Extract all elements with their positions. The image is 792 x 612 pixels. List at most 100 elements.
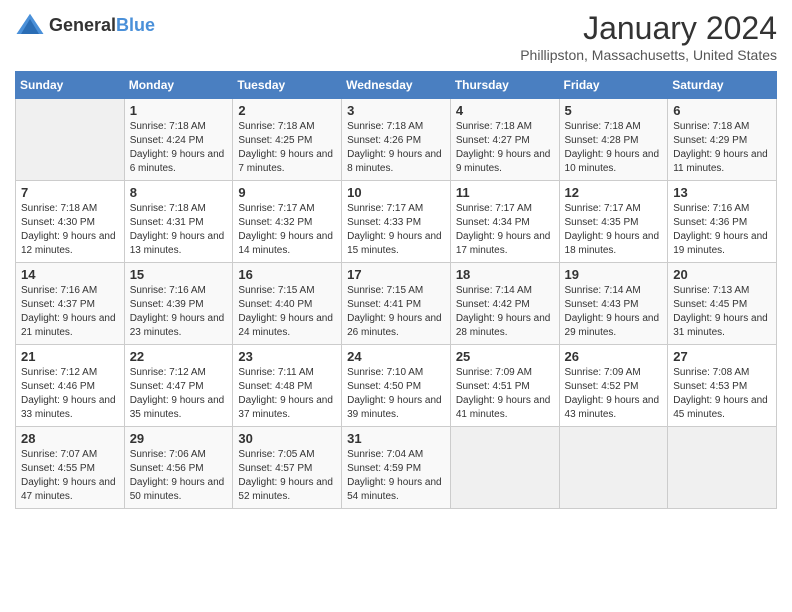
day-info: Sunrise: 7:15 AM Sunset: 4:40 PM Dayligh… [238, 284, 336, 340]
daylight: Daylight: 9 hours and 33 minutes. [21, 394, 119, 422]
sunset: Sunset: 4:48 PM [238, 380, 336, 394]
sunrise: Sunrise: 7:17 AM [565, 202, 663, 216]
day-info: Sunrise: 7:18 AM Sunset: 4:28 PM Dayligh… [565, 120, 663, 176]
sunset: Sunset: 4:28 PM [565, 134, 663, 148]
daylight: Daylight: 9 hours and 7 minutes. [238, 148, 336, 176]
day-info: Sunrise: 7:11 AM Sunset: 4:48 PM Dayligh… [238, 366, 336, 422]
sunset: Sunset: 4:39 PM [130, 298, 228, 312]
logo-text-general: General [49, 15, 116, 35]
sunset: Sunset: 4:41 PM [347, 298, 445, 312]
calendar-table: Sunday Monday Tuesday Wednesday Thursday… [15, 71, 777, 509]
sunset: Sunset: 4:59 PM [347, 462, 445, 476]
calendar-cell: 28 Sunrise: 7:07 AM Sunset: 4:55 PM Dayl… [16, 427, 125, 509]
sunset: Sunset: 4:32 PM [238, 216, 336, 230]
sunrise: Sunrise: 7:14 AM [456, 284, 554, 298]
day-info: Sunrise: 7:09 AM Sunset: 4:52 PM Dayligh… [565, 366, 663, 422]
logo-text-blue: Blue [116, 15, 155, 35]
calendar-cell: 7 Sunrise: 7:18 AM Sunset: 4:30 PM Dayli… [16, 181, 125, 263]
calendar-cell [16, 99, 125, 181]
day-info: Sunrise: 7:18 AM Sunset: 4:30 PM Dayligh… [21, 202, 119, 258]
sunrise: Sunrise: 7:09 AM [456, 366, 554, 380]
daylight: Daylight: 9 hours and 6 minutes. [130, 148, 228, 176]
day-number: 31 [347, 431, 445, 446]
sunrise: Sunrise: 7:11 AM [238, 366, 336, 380]
daylight: Daylight: 9 hours and 39 minutes. [347, 394, 445, 422]
sunset: Sunset: 4:55 PM [21, 462, 119, 476]
sunset: Sunset: 4:35 PM [565, 216, 663, 230]
sunset: Sunset: 4:33 PM [347, 216, 445, 230]
daylight: Daylight: 9 hours and 28 minutes. [456, 312, 554, 340]
calendar-cell: 20 Sunrise: 7:13 AM Sunset: 4:45 PM Dayl… [668, 263, 777, 345]
day-number: 18 [456, 267, 554, 282]
calendar-cell: 24 Sunrise: 7:10 AM Sunset: 4:50 PM Dayl… [342, 345, 451, 427]
day-info: Sunrise: 7:14 AM Sunset: 4:42 PM Dayligh… [456, 284, 554, 340]
title-section: January 2024 Phillipston, Massachusetts,… [520, 10, 777, 63]
calendar-cell: 11 Sunrise: 7:17 AM Sunset: 4:34 PM Dayl… [450, 181, 559, 263]
day-info: Sunrise: 7:05 AM Sunset: 4:57 PM Dayligh… [238, 448, 336, 504]
daylight: Daylight: 9 hours and 35 minutes. [130, 394, 228, 422]
sunrise: Sunrise: 7:18 AM [673, 120, 771, 134]
day-info: Sunrise: 7:17 AM Sunset: 4:32 PM Dayligh… [238, 202, 336, 258]
calendar-cell: 15 Sunrise: 7:16 AM Sunset: 4:39 PM Dayl… [124, 263, 233, 345]
calendar-header: Sunday Monday Tuesday Wednesday Thursday… [16, 72, 777, 99]
calendar-body: 1 Sunrise: 7:18 AM Sunset: 4:24 PM Dayli… [16, 99, 777, 509]
day-info: Sunrise: 7:17 AM Sunset: 4:34 PM Dayligh… [456, 202, 554, 258]
day-number: 8 [130, 185, 228, 200]
calendar-cell: 26 Sunrise: 7:09 AM Sunset: 4:52 PM Dayl… [559, 345, 668, 427]
header-saturday: Saturday [668, 72, 777, 99]
sunrise: Sunrise: 7:15 AM [238, 284, 336, 298]
day-number: 17 [347, 267, 445, 282]
sunrise: Sunrise: 7:18 AM [130, 120, 228, 134]
day-number: 12 [565, 185, 663, 200]
daylight: Daylight: 9 hours and 24 minutes. [238, 312, 336, 340]
sunset: Sunset: 4:57 PM [238, 462, 336, 476]
sunset: Sunset: 4:50 PM [347, 380, 445, 394]
sunset: Sunset: 4:45 PM [673, 298, 771, 312]
calendar-cell: 17 Sunrise: 7:15 AM Sunset: 4:41 PM Dayl… [342, 263, 451, 345]
calendar-week-3: 14 Sunrise: 7:16 AM Sunset: 4:37 PM Dayl… [16, 263, 777, 345]
calendar-cell: 31 Sunrise: 7:04 AM Sunset: 4:59 PM Dayl… [342, 427, 451, 509]
day-number: 24 [347, 349, 445, 364]
main-title: January 2024 [520, 10, 777, 47]
calendar-cell: 25 Sunrise: 7:09 AM Sunset: 4:51 PM Dayl… [450, 345, 559, 427]
daylight: Daylight: 9 hours and 45 minutes. [673, 394, 771, 422]
day-number: 14 [21, 267, 119, 282]
day-number: 13 [673, 185, 771, 200]
calendar-week-2: 7 Sunrise: 7:18 AM Sunset: 4:30 PM Dayli… [16, 181, 777, 263]
calendar-week-4: 21 Sunrise: 7:12 AM Sunset: 4:46 PM Dayl… [16, 345, 777, 427]
daylight: Daylight: 9 hours and 26 minutes. [347, 312, 445, 340]
calendar-cell: 10 Sunrise: 7:17 AM Sunset: 4:33 PM Dayl… [342, 181, 451, 263]
subtitle: Phillipston, Massachusetts, United State… [520, 47, 777, 63]
daylight: Daylight: 9 hours and 11 minutes. [673, 148, 771, 176]
sunrise: Sunrise: 7:15 AM [347, 284, 445, 298]
calendar-cell: 8 Sunrise: 7:18 AM Sunset: 4:31 PM Dayli… [124, 181, 233, 263]
sunset: Sunset: 4:42 PM [456, 298, 554, 312]
daylight: Daylight: 9 hours and 50 minutes. [130, 476, 228, 504]
day-info: Sunrise: 7:16 AM Sunset: 4:39 PM Dayligh… [130, 284, 228, 340]
daylight: Daylight: 9 hours and 37 minutes. [238, 394, 336, 422]
day-number: 2 [238, 103, 336, 118]
day-info: Sunrise: 7:10 AM Sunset: 4:50 PM Dayligh… [347, 366, 445, 422]
daylight: Daylight: 9 hours and 52 minutes. [238, 476, 336, 504]
sunrise: Sunrise: 7:16 AM [21, 284, 119, 298]
day-number: 27 [673, 349, 771, 364]
day-number: 11 [456, 185, 554, 200]
day-number: 26 [565, 349, 663, 364]
sunset: Sunset: 4:47 PM [130, 380, 228, 394]
sunrise: Sunrise: 7:13 AM [673, 284, 771, 298]
header-friday: Friday [559, 72, 668, 99]
sunset: Sunset: 4:34 PM [456, 216, 554, 230]
sunrise: Sunrise: 7:09 AM [565, 366, 663, 380]
calendar-cell: 1 Sunrise: 7:18 AM Sunset: 4:24 PM Dayli… [124, 99, 233, 181]
calendar-cell: 16 Sunrise: 7:15 AM Sunset: 4:40 PM Dayl… [233, 263, 342, 345]
calendar-cell: 6 Sunrise: 7:18 AM Sunset: 4:29 PM Dayli… [668, 99, 777, 181]
daylight: Daylight: 9 hours and 41 minutes. [456, 394, 554, 422]
day-info: Sunrise: 7:12 AM Sunset: 4:47 PM Dayligh… [130, 366, 228, 422]
sunrise: Sunrise: 7:10 AM [347, 366, 445, 380]
calendar-cell: 27 Sunrise: 7:08 AM Sunset: 4:53 PM Dayl… [668, 345, 777, 427]
sunset: Sunset: 4:27 PM [456, 134, 554, 148]
sunrise: Sunrise: 7:16 AM [130, 284, 228, 298]
day-info: Sunrise: 7:17 AM Sunset: 4:35 PM Dayligh… [565, 202, 663, 258]
calendar-week-1: 1 Sunrise: 7:18 AM Sunset: 4:24 PM Dayli… [16, 99, 777, 181]
calendar-cell: 30 Sunrise: 7:05 AM Sunset: 4:57 PM Dayl… [233, 427, 342, 509]
